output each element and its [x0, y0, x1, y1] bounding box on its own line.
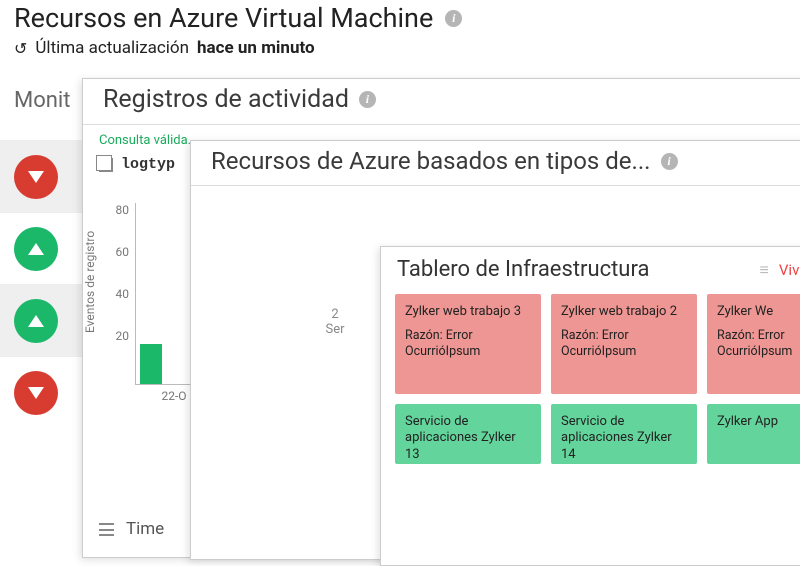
menu-icon[interactable]: ≡ [760, 260, 767, 280]
infra-card[interactable]: Servicio de aplicaciones Zylker 14 [551, 404, 697, 464]
donut-center-label: Ser [255, 322, 415, 337]
card-reason: Razón: Error OcurrióIpsum [405, 328, 531, 359]
status-up-icon [14, 227, 58, 271]
status-row[interactable] [0, 356, 90, 428]
ytick: 80 [116, 203, 130, 217]
card-title: Servicio de aplicaciones Zylker 14 [561, 414, 687, 463]
ytick: 20 [116, 329, 130, 343]
status-row[interactable] [0, 212, 90, 284]
card-title: Servicio de aplicaciones Zylker 13 [405, 414, 531, 463]
sidebar: Monit [0, 86, 90, 428]
card-reason: Razón: Error OcurrióIpsum [561, 328, 687, 359]
refresh-row[interactable]: ↻ Última actualización hace un minuto [14, 38, 315, 58]
infra-card[interactable]: Zylker web trabajo 2 Razón: Error Ocurri… [551, 294, 697, 394]
live-label: Vivi [779, 261, 800, 279]
infra-card[interactable]: Servicio de aplicaciones Zylker 13 [395, 404, 541, 464]
bar-chart-ylabel: Eventos de registro [83, 231, 97, 333]
card-title: Zylker We [717, 304, 800, 320]
infra-panel: Tablero de Infraestructura ≡ Vivi Zylker… [380, 246, 800, 566]
card-reason: Razón: Error OcurrióIpsum [717, 328, 800, 359]
copy-icon[interactable] [99, 158, 113, 172]
bar [140, 344, 162, 384]
time-label: Time [126, 519, 164, 539]
info-icon[interactable]: i [661, 153, 678, 170]
status-up-icon [14, 299, 58, 343]
refresh-time: hace un minuto [197, 38, 315, 58]
donut-center-value: 2 [255, 307, 415, 322]
sidebar-title: Monit [0, 86, 90, 140]
info-icon[interactable]: i [359, 91, 376, 108]
status-row[interactable] [0, 140, 90, 212]
list-icon[interactable] [99, 523, 114, 536]
card-title: Zylker web trabajo 2 [561, 304, 687, 320]
ytick: 40 [116, 287, 130, 301]
page-title: Recursos en Azure Virtual Machine [14, 2, 433, 34]
card-title: Zylker web trabajo 3 [405, 304, 531, 320]
info-icon[interactable]: i [445, 10, 462, 27]
infra-card[interactable]: Zylker web trabajo 3 Razón: Error Ocurri… [395, 294, 541, 394]
refresh-prefix: Última actualización [35, 38, 189, 58]
status-row[interactable] [0, 284, 90, 356]
logtype-text: logtyp [121, 156, 175, 173]
infra-card[interactable]: Zylker We Razón: Error OcurrióIpsum [707, 294, 800, 394]
card-title: Zylker App [717, 414, 800, 430]
infra-title: Tablero de Infraestructura [397, 257, 748, 282]
status-down-icon [14, 371, 58, 415]
refresh-icon[interactable]: ↻ [14, 39, 27, 58]
activity-title: Registros de actividad [103, 85, 349, 114]
infra-card[interactable]: Zylker App [707, 404, 800, 464]
status-down-icon [14, 155, 58, 199]
types-title: Recursos de Azure basados en tipos de... [211, 147, 651, 175]
ytick: 60 [116, 245, 130, 259]
